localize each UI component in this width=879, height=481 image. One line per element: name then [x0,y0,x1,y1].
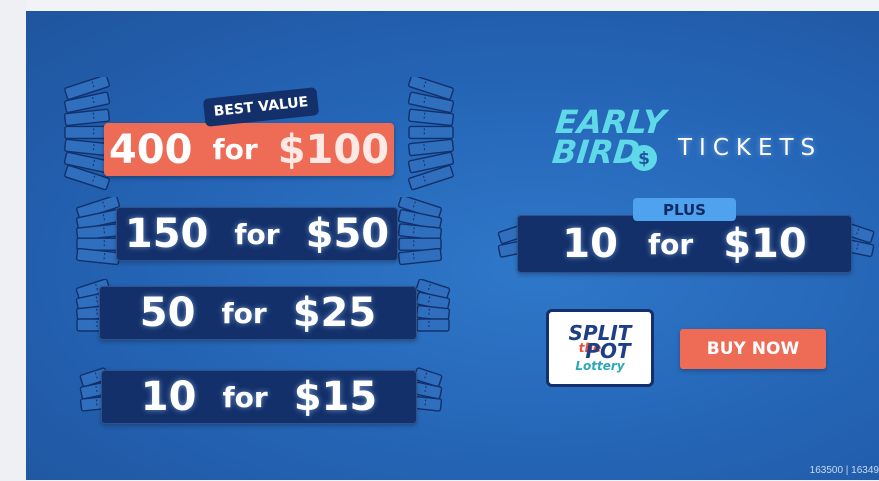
tickets-heading: TICKETS [678,135,823,161]
split-the-pot-logo: SPLIT the POT Lottery [546,309,654,387]
offer-150-for-50[interactable]: 150 for $50 [116,207,398,261]
offer-for: for [212,133,258,166]
offer-10-for-15[interactable]: 10 for $15 [101,370,417,424]
best-value-label: BEST VALUE [213,94,309,120]
buy-now-button[interactable]: BUY NOW [680,329,826,369]
offer-price: $15 [293,374,378,420]
svg-text:$: $ [638,149,650,169]
offer-400-for-100[interactable]: 400 for $100 [104,123,394,176]
offer-50-for-25[interactable]: 50 for $25 [99,286,417,340]
offer-qty: 400 [108,126,193,173]
dollar-sign-icon: $ [631,145,657,171]
promo-for: for [647,227,694,261]
offer-for: for [222,380,268,414]
plus-label: PLUS [662,200,706,219]
offer-price: $25 [292,290,377,336]
lottery-banner: BEST VALUE 400 for $100 150 for $50 50 f… [26,11,879,480]
offer-for: for [234,217,280,251]
offer-price: $100 [277,126,390,173]
page-margin [0,0,26,481]
best-value-badge: BEST VALUE [202,87,320,127]
offer-qty: 10 [140,374,197,420]
promo-price: $10 [723,221,807,267]
ticket-stack-icon [415,279,451,332]
offer-qty: 150 [124,211,209,257]
ticket-stack-icon [407,77,455,191]
promo-10-for-10[interactable]: 10 for $10 [517,215,852,273]
offer-for: for [221,296,267,330]
plus-badge: PLUS [633,198,736,221]
logo-lottery: Lottery [575,359,625,373]
footer-ids: 163500 | 16349 [809,465,879,476]
ticket-stack-icon [397,197,443,266]
offer-qty: 50 [139,290,196,336]
offer-price: $50 [305,211,390,257]
promo-qty: 10 [562,221,618,267]
